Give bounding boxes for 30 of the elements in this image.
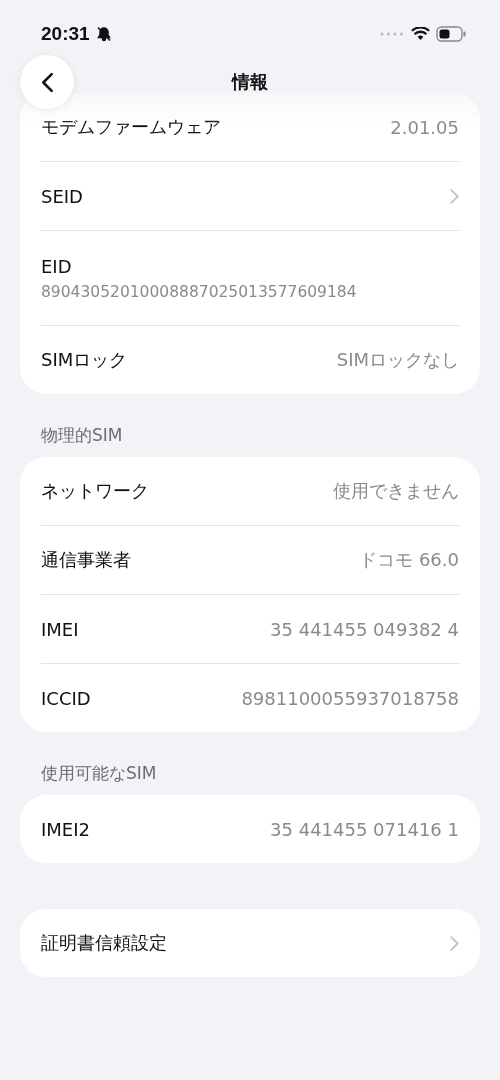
row-label: 通信事業者 bbox=[41, 548, 131, 572]
row-value: SIMロックなし bbox=[336, 348, 459, 372]
chevron-icon bbox=[450, 935, 459, 951]
row-value: 35 441455 049382 4 bbox=[270, 618, 459, 640]
row-value: 35 441455 071416 1 bbox=[270, 818, 459, 840]
row-value: 2.01.05 bbox=[390, 116, 459, 138]
section-header: 使用可能なSIM bbox=[40, 762, 158, 785]
row-value: 使用できません bbox=[333, 479, 459, 503]
section-header: 物理的SIM bbox=[40, 424, 124, 447]
row-label: IMEI bbox=[41, 618, 79, 640]
row-label: ネットワーク bbox=[41, 479, 149, 503]
chevron-icon bbox=[450, 188, 459, 204]
settings-row[interactable]: 証明書信頼設定 bbox=[20, 909, 480, 977]
status-time: 20:31 bbox=[41, 23, 90, 45]
wifi-icon bbox=[411, 27, 430, 41]
back-button[interactable] bbox=[20, 55, 74, 109]
signal-dots-icon bbox=[379, 32, 405, 36]
row-label: IMEI2 bbox=[41, 818, 90, 840]
row-value: 89043052010008887025013577609184 bbox=[41, 282, 357, 301]
row-label: SIMロック bbox=[41, 348, 128, 372]
muted-bell-icon bbox=[95, 26, 112, 42]
row-label: ICCID bbox=[41, 687, 91, 709]
battery-icon bbox=[436, 26, 466, 42]
row-value: 8981100055937018758 bbox=[241, 687, 459, 709]
settings-row[interactable]: SEID bbox=[20, 162, 480, 230]
page-title: 情報 bbox=[232, 70, 268, 94]
row-label: モデムファームウェア bbox=[41, 115, 221, 139]
row-label: EID bbox=[41, 255, 72, 277]
row-value: ドコモ 66.0 bbox=[359, 548, 459, 572]
back-icon bbox=[40, 71, 54, 93]
